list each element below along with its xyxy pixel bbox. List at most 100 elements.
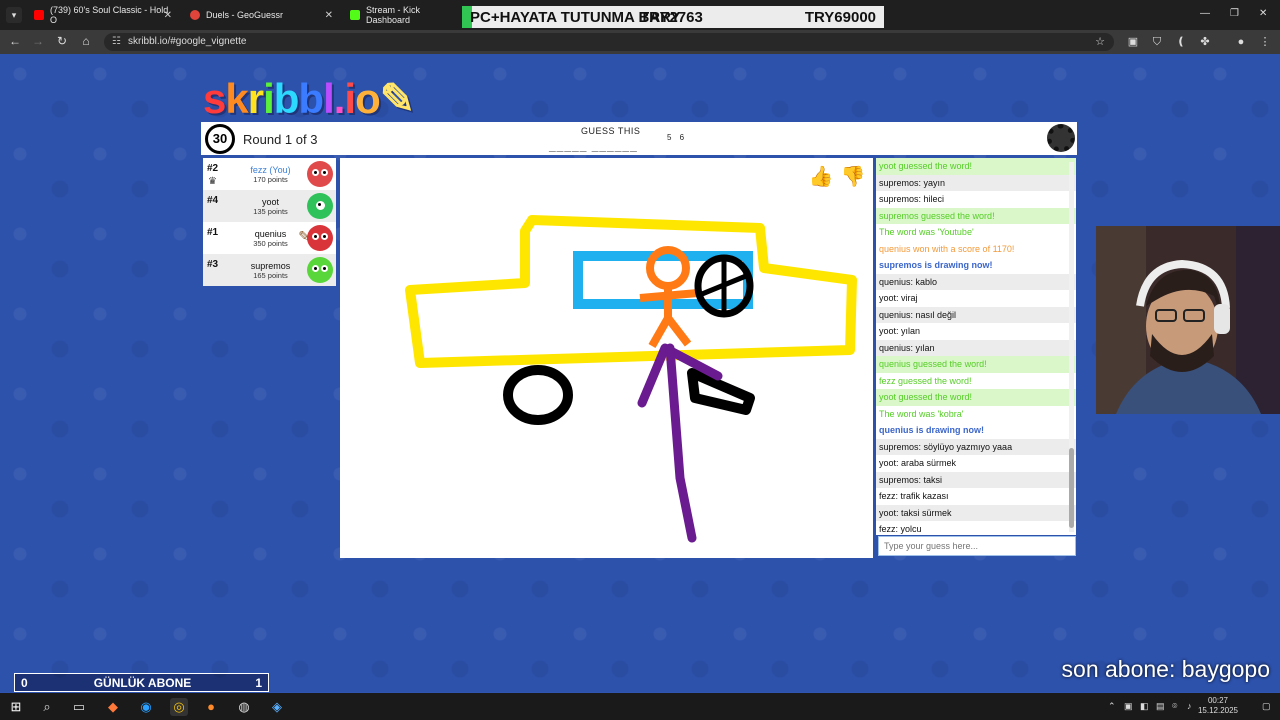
tray-app-icon[interactable]: ◧ — [1140, 701, 1149, 712]
windows-start-icon[interactable]: ⊞ — [7, 698, 25, 716]
chat-message: yoot: viraj — [876, 290, 1076, 307]
chat-username: yoot: — [879, 507, 899, 518]
player-points: 350 points — [253, 239, 288, 248]
tab-kick-dashboard[interactable]: Stream - Kick Dashboard — [344, 4, 462, 26]
chat-message: supremos: yayın — [876, 174, 1076, 191]
tab-search-dropdown-icon[interactable]: ▾ — [6, 7, 22, 23]
chat-text: The word was 'Youtube' — [879, 227, 974, 237]
copilot-icon[interactable]: ◆ — [104, 698, 122, 716]
translate-icon[interactable]: ❪ — [1174, 35, 1188, 49]
chat-username: supremos: — [879, 177, 922, 188]
player-name: yoot — [261, 197, 279, 207]
notification-icon[interactable]: ▢ — [1262, 701, 1271, 712]
chrome-icon[interactable]: ◎ — [170, 698, 188, 716]
home-icon[interactable]: ⌂ — [77, 34, 95, 48]
chat-username: yoot: — [879, 293, 899, 303]
player-rank: #3 — [207, 259, 219, 270]
player-row[interactable]: #4 yoot 135 points — [203, 190, 336, 222]
forward-icon[interactable]: → — [29, 34, 47, 48]
address-bar[interactable]: ☷ skribbl.io/#google_vignette — [104, 33, 1114, 51]
tab-title: Stream - Kick Dashboard — [366, 5, 421, 25]
chat-username: quenius: — [879, 276, 914, 287]
skribbl-logo: skribbl.io✎ — [203, 75, 415, 122]
close-tab-icon[interactable]: ✕ — [164, 10, 172, 21]
chat-text: taksi — [921, 474, 943, 485]
geoguessr-icon — [190, 10, 200, 20]
chat-username: supremos: — [879, 474, 922, 485]
thumbs-up-icon[interactable]: 👍 — [808, 164, 834, 190]
chat-text: yayın — [921, 177, 946, 188]
windows-taskbar: ⊞ ⌕ ▭ ◆ ◉ ◎ ● ◍ ◈ ⌃ ▣ ◧ ▤ ⌾ ♪ 00:27 15.1… — [0, 693, 1280, 720]
chat-text: fezz guessed the word! — [879, 375, 972, 386]
chat-message: yoot: yılan — [876, 323, 1076, 340]
steam-icon[interactable]: ◈ — [268, 698, 286, 716]
tray-app-icon[interactable]: ▣ — [1124, 701, 1133, 712]
player-points: 135 points — [253, 207, 288, 216]
chat-username: yoot: — [879, 326, 899, 336]
chat-message: supremos guessed the word! — [876, 207, 1076, 224]
restore-icon[interactable]: ❐ — [1230, 8, 1239, 19]
chat-text: quenius guessed the word! — [879, 359, 987, 369]
player-name: fezz (You) — [250, 165, 291, 175]
chat-username: supremos: — [879, 194, 922, 204]
extension-icon[interactable]: ▣ — [1126, 35, 1140, 49]
chat-text: quenius is drawing now! — [879, 425, 985, 435]
player-name: quenius — [254, 229, 287, 239]
profile-icon[interactable]: ● — [1234, 35, 1248, 49]
settings-gear-icon[interactable] — [1047, 124, 1075, 152]
chat-text: supremos is drawing now! — [879, 260, 993, 270]
last-subscriber-text: son abone: baygopo — [1061, 656, 1270, 682]
kick-icon — [350, 10, 360, 20]
minimize-icon[interactable]: — — [1200, 8, 1210, 19]
chat-text: hileci — [921, 194, 945, 204]
chat-text: quenius won with a score of 1170! — [879, 243, 1015, 254]
chat-text: nasıl değil — [913, 309, 957, 320]
tab-geoguessr[interactable]: Duels - GeoGuessr ✕ — [184, 4, 339, 26]
player-row[interactable]: #3 supremos 165 points — [203, 254, 336, 286]
streamer-webcam — [1096, 226, 1280, 414]
firefox-icon[interactable]: ● — [202, 698, 220, 716]
close-tab-icon[interactable]: ✕ — [325, 10, 333, 21]
tray-chevron-icon[interactable]: ⌃ — [1108, 701, 1116, 712]
chat-text: yılan — [898, 326, 921, 336]
system-clock[interactable]: 00:27 15.12.2025 — [1198, 696, 1238, 716]
volume-icon[interactable]: ♪ — [1187, 701, 1192, 711]
chat-text: supremos guessed the word! — [879, 210, 995, 221]
tab-title: Duels - GeoGuessr — [206, 10, 284, 20]
reload-icon[interactable]: ↻ — [53, 34, 71, 48]
url-text: skribbl.io/#google_vignette — [128, 36, 247, 47]
menu-icon[interactable]: ⋮ — [1258, 35, 1272, 49]
guess-this-label: GUESS THIS — [581, 126, 641, 136]
guess-input[interactable] — [878, 536, 1076, 556]
chat-text: yılan — [913, 342, 935, 353]
chat-message: yoot: taksi sürmek — [876, 504, 1076, 521]
obs-icon[interactable]: ◍ — [235, 698, 253, 716]
edge-icon[interactable]: ◉ — [137, 698, 155, 716]
chat-scrollbar-thumb[interactable] — [1069, 448, 1074, 528]
player-row[interactable]: #2 ♛ fezz (You) 170 points — [203, 158, 336, 190]
chat-message: yoot guessed the word! — [876, 158, 1076, 175]
network-icon[interactable]: ⌾ — [1172, 701, 1177, 712]
chat-text: yoot guessed the word! — [879, 161, 973, 171]
player-name: supremos — [250, 261, 291, 271]
puzzle-icon[interactable]: ✤ — [1198, 35, 1212, 49]
player-rank: #2 — [207, 163, 219, 174]
chat-text: yoot guessed the word! — [879, 392, 973, 402]
drawing-canvas[interactable]: 👍 👎 — [340, 158, 873, 558]
bookmark-star-icon[interactable]: ☆ — [1093, 35, 1107, 49]
player-row[interactable]: #1 quenius 350 points ✎ — [203, 222, 336, 254]
chat-text: viraj — [898, 293, 918, 303]
banner-current-amount: TRY2763 — [640, 9, 703, 26]
chat-messages: yoot guessed the word! supremos: yayın sup… — [876, 158, 1076, 535]
webcam-feed — [1096, 226, 1280, 414]
shield-icon[interactable]: ⛉ — [1150, 35, 1164, 49]
task-view-icon[interactable]: ▭ — [70, 698, 88, 716]
close-window-icon[interactable]: ✕ — [1259, 8, 1267, 19]
tray-app-icon[interactable]: ▤ — [1156, 701, 1165, 712]
youtube-icon — [34, 10, 44, 20]
back-icon[interactable]: ← — [6, 34, 24, 48]
tab-youtube[interactable]: (739) 60's Soul Classic - Hold O ✕ — [28, 4, 178, 26]
site-info-icon[interactable]: ☷ — [112, 33, 121, 51]
thumbs-down-icon[interactable]: 👎 — [840, 164, 866, 190]
search-icon[interactable]: ⌕ — [38, 698, 56, 716]
